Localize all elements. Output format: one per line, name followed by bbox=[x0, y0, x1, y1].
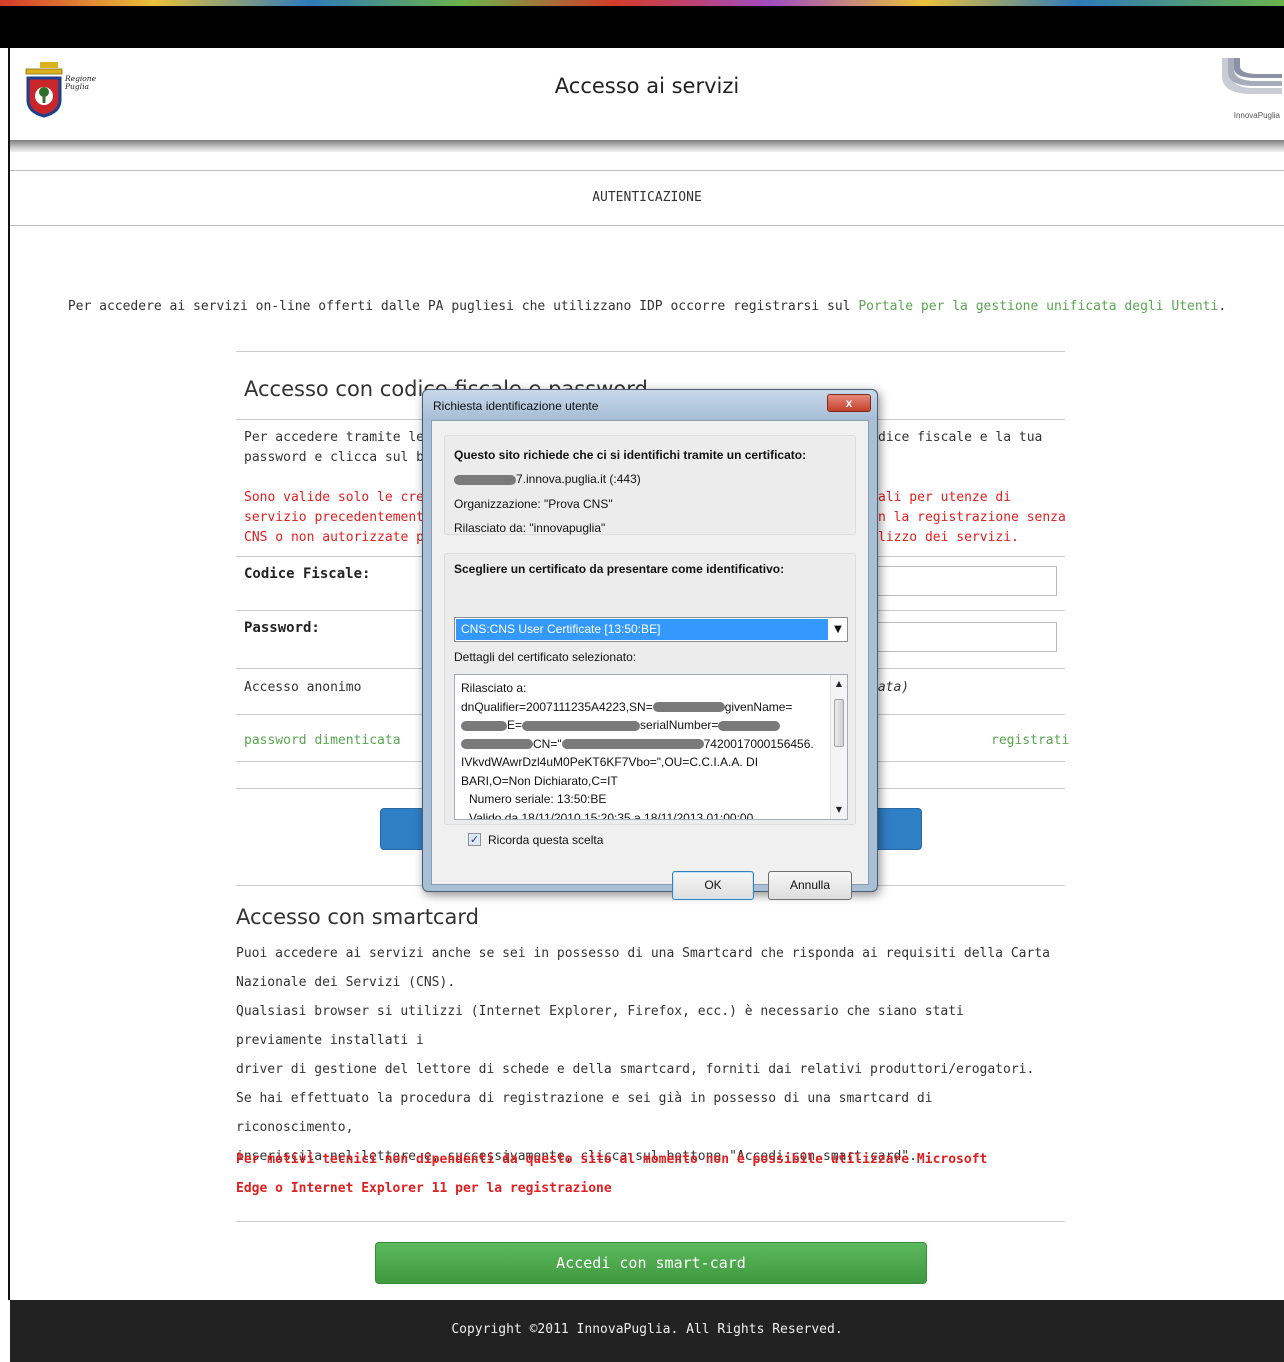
top-black-bar bbox=[0, 6, 1284, 48]
site-issuer: Rilasciato da: "innovapuglia" bbox=[454, 521, 606, 535]
certificate-details-text: Rilasciato a: dnQualifier=2007111235A422… bbox=[461, 679, 831, 820]
smartcard-warning-line: Per motivi tecnici non dipendenti da que… bbox=[236, 1152, 988, 1167]
details-fragment: CN=" bbox=[533, 736, 562, 751]
cancel-button[interactable]: Annulla bbox=[768, 871, 852, 900]
checkmark-icon: ✓ bbox=[469, 833, 480, 846]
redacted-text bbox=[522, 720, 641, 731]
login-warning-line: n la registrazione senza bbox=[878, 510, 1066, 525]
site-info-heading: Questo sito richiede che ci si identific… bbox=[454, 448, 807, 462]
portal-link[interactable]: Portale per la gestione unificata degli … bbox=[858, 299, 1218, 314]
login-warning-right: ali per utenze di n la registrazione sen… bbox=[878, 488, 1066, 548]
remember-choice-label[interactable]: Ricorda questa scelta bbox=[488, 833, 603, 847]
smartcard-description-line: driver di gestione del lettore di schede… bbox=[236, 1062, 1035, 1077]
intro-suffix: . bbox=[1218, 299, 1227, 314]
register-link[interactable]: registrati bbox=[991, 733, 1069, 748]
forgot-password-link[interactable]: password dimenticata bbox=[244, 733, 401, 748]
page-title: Accesso ai servizi bbox=[554, 74, 740, 98]
ok-button[interactable]: OK bbox=[672, 871, 754, 900]
details-line: Rilasciato a: bbox=[461, 681, 527, 695]
details-scrollbar[interactable]: ▲ ▼ bbox=[830, 675, 847, 819]
smartcard-section-title: Accesso con smartcard bbox=[236, 905, 479, 929]
site-info-group: Questo sito richiede che ci si identific… bbox=[444, 435, 856, 535]
redacted-text bbox=[461, 720, 507, 731]
smartcard-description-line: Qualsiasi browser si utilizzi (Internet … bbox=[236, 1004, 964, 1048]
details-fragment: serialNumber= bbox=[640, 718, 719, 732]
smartcard-description: Puoi accedere ai servizi anche se sei in… bbox=[236, 939, 1056, 1171]
scroll-up-icon[interactable]: ▲ bbox=[831, 677, 847, 691]
scroll-down-icon[interactable]: ▼ bbox=[831, 803, 847, 817]
intro-text: Per accedere ai servizi on-line offerti … bbox=[10, 299, 1284, 314]
section-nav-label: AUTENTICAZIONE bbox=[592, 190, 702, 205]
login-warning-line: Sono valide solo le crede bbox=[244, 490, 440, 505]
codice-fiscale-label: Codice Fiscale: bbox=[244, 566, 371, 582]
page-header: Regione Puglia Accesso ai servizi Innova… bbox=[10, 48, 1284, 140]
details-line: E= serialNumber= bbox=[461, 716, 831, 735]
dialog-titlebar[interactable]: Richiesta identificazione utente x bbox=[423, 390, 877, 420]
details-line: IVkvdWAwrDzl4uM0PeKT6KF7Vbo=",OU=C.C.I.A… bbox=[461, 755, 759, 769]
login-warning-line: servizio precedentement bbox=[244, 510, 425, 525]
redacted-text bbox=[718, 720, 781, 731]
dialog-title: Richiesta identificazione utente bbox=[433, 399, 599, 413]
codice-fiscale-input[interactable] bbox=[860, 566, 1057, 596]
password-label: Password: bbox=[244, 620, 320, 636]
smartcard-warning-line: Edge o Internet Explorer 11 per la regis… bbox=[236, 1181, 612, 1196]
login-description-line: password e clicca sul bo bbox=[244, 450, 432, 465]
redacted-text bbox=[652, 702, 725, 713]
details-line: Numero seriale: 13:50:BE bbox=[469, 792, 607, 806]
site-host: 7.innova.puglia.it (:443) bbox=[454, 472, 641, 486]
page-footer: Copyright ©2011 InnovaPuglia. All Rights… bbox=[10, 1300, 1284, 1362]
intro-prefix: Per accedere ai servizi on-line offerti … bbox=[67, 299, 859, 314]
redacted-text bbox=[461, 739, 533, 750]
left-border bbox=[0, 48, 10, 1300]
dialog-close-button[interactable]: x bbox=[827, 394, 871, 412]
details-fragment: 7420017000156456. bbox=[703, 736, 814, 751]
anonymous-access-label[interactable]: Accesso anonimo bbox=[244, 678, 361, 698]
details-line: CN=" 7420017000156456. bbox=[461, 735, 831, 754]
scrollbar-thumb[interactable] bbox=[834, 699, 844, 747]
login-warning-left: Sono valide solo le crede servizio prece… bbox=[244, 488, 440, 548]
details-line: dnQualifier=2007111235A4223,SN= givenName… bbox=[461, 698, 831, 717]
site-organization: Organizzazione: "Prova CNS" bbox=[454, 497, 613, 511]
site-host-text: 7.innova.puglia.it (:443) bbox=[516, 472, 641, 486]
innovapuglia-logo-text: InnovaPuglia bbox=[1233, 111, 1280, 120]
login-warning-line: lizzo dei servizi. bbox=[878, 530, 1019, 545]
certificate-details-label: Dettagli del certificato selezionato: bbox=[454, 650, 637, 664]
login-description-line: Per accedere tramite le bbox=[244, 430, 425, 445]
divider bbox=[236, 351, 1065, 352]
certificate-details-box[interactable]: Rilasciato a: dnQualifier=2007111235A422… bbox=[454, 674, 848, 820]
details-line: Valido da 18/11/2010 15:20:35 a 18/11/20… bbox=[469, 810, 754, 820]
certificate-select[interactable]: CNS:CNS User Certificate [13:50:BE] ▼ bbox=[454, 617, 848, 642]
choose-certificate-label: Scegliere un certificato da presentare c… bbox=[454, 562, 785, 576]
password-input[interactable] bbox=[860, 622, 1057, 652]
login-warning-line: ali per utenze di bbox=[878, 490, 1012, 505]
details-fragment: dnQualifier=2007111235A4223,SN= bbox=[461, 699, 653, 714]
login-description-right: dice fiscale e la tua bbox=[878, 430, 1043, 445]
login-description-left: Per accedere tramite le password e clicc… bbox=[244, 428, 432, 468]
dialog-body: Questo sito richiede che ci si identific… bbox=[431, 420, 869, 900]
certificate-dialog: Richiesta identificazione utente x Quest… bbox=[422, 389, 878, 900]
details-line: BARI,O=Non Dichiarato,C=IT bbox=[461, 773, 618, 788]
smartcard-description-line: Nazionale dei Servizi (CNS). bbox=[236, 975, 456, 990]
innovapuglia-logo[interactable]: InnovaPuglia bbox=[1208, 58, 1282, 124]
redacted-text bbox=[454, 474, 516, 485]
redacted-text bbox=[561, 739, 704, 750]
smartcard-description-line: Puoi accedere ai servizi anche se sei in… bbox=[236, 946, 1050, 961]
smartcard-description-line: Se hai effettuato la procedura di regist… bbox=[236, 1091, 933, 1135]
login-warning-line: CNS o non autorizzate p bbox=[244, 530, 425, 545]
smartcard-warning: Per motivi tecnici non dipendenti da que… bbox=[236, 1145, 1056, 1203]
divider bbox=[236, 1221, 1065, 1222]
details-fragment: E= bbox=[507, 718, 523, 732]
section-nav: AUTENTICAZIONE bbox=[10, 170, 1284, 226]
remember-choice-checkbox[interactable]: ✓ bbox=[468, 833, 481, 846]
details-fragment: givenName= bbox=[724, 699, 793, 714]
chevron-down-icon[interactable]: ▼ bbox=[829, 618, 847, 641]
certificate-select-value: CNS:CNS User Certificate [13:50:BE] bbox=[456, 619, 828, 640]
close-icon: x bbox=[845, 396, 853, 410]
copyright-text: Copyright ©2011 InnovaPuglia. All Rights… bbox=[451, 1322, 843, 1337]
header-shadow bbox=[10, 140, 1284, 152]
smartcard-login-button[interactable]: Accedi con smart-card bbox=[375, 1242, 927, 1284]
